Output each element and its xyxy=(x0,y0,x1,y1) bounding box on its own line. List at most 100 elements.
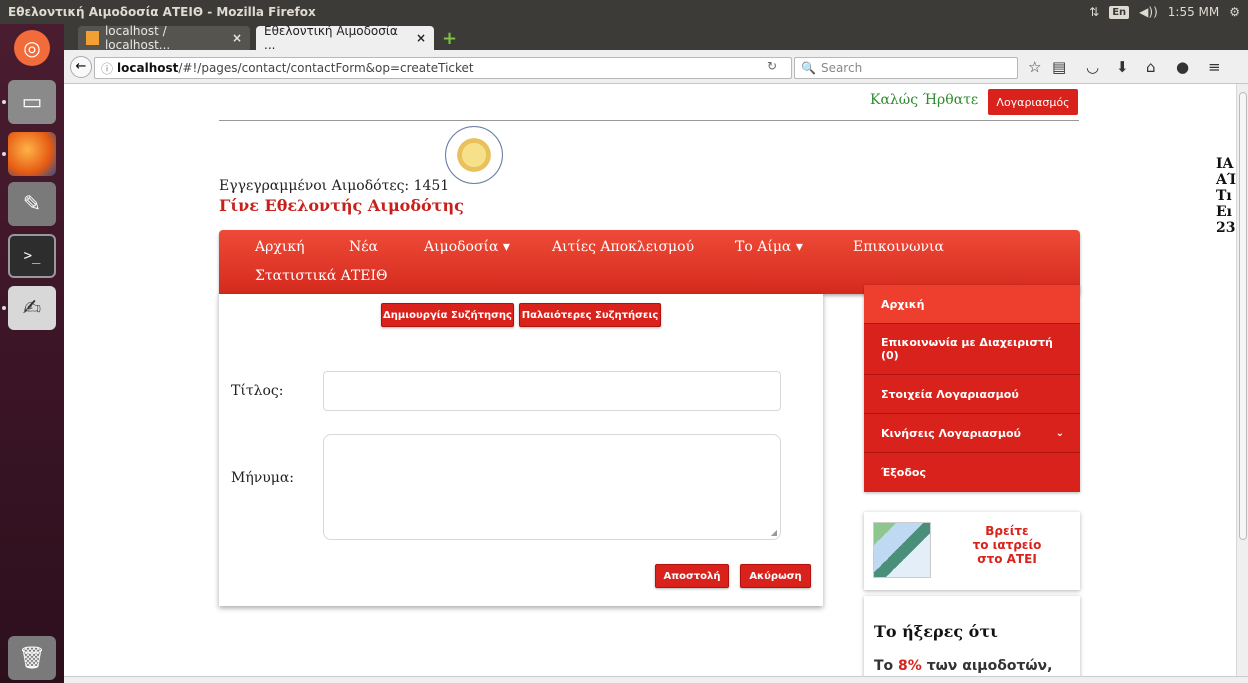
sidemenu-item-label: Στοιχεία Λογαριασμού xyxy=(881,387,1019,401)
page-content: Καλώς Ήρθατε Λογαριασμός Εγγεγραμμένοι Α… xyxy=(64,84,1236,676)
window-title: Εθελοντική Αιμοδοσία ΑΤΕΙΘ - Mozilla Fir… xyxy=(8,5,316,19)
welcome-text: Καλώς Ήρθατε xyxy=(870,92,979,108)
overflow-line: Τı xyxy=(1216,188,1232,204)
tab-blood-donation[interactable]: Εθελοντική Αιμοδοσία ... × xyxy=(256,24,434,52)
new-tab-icon[interactable]: + xyxy=(442,28,457,49)
nav-blood-donation[interactable]: Αιμοδοσία ▾ xyxy=(424,239,510,255)
sidemenu-item-logout[interactable]: Έξοδος xyxy=(864,453,1080,492)
header-divider xyxy=(219,120,1079,121)
search-icon: 🔍 xyxy=(801,61,816,75)
terminal-icon[interactable]: >_ xyxy=(8,234,56,278)
launcher: ◎ ▭ ✎ >_ ✍ 🗑 xyxy=(0,24,64,683)
system-tray: ⇅ En ◀)) 1:55 MM ⚙ xyxy=(1089,0,1240,24)
chat-icon[interactable]: ● xyxy=(1176,58,1189,76)
close-tab-icon[interactable]: × xyxy=(232,31,242,45)
bookmark-star-icon[interactable]: ☆ xyxy=(1028,58,1041,76)
sidemenu-item-account-details[interactable]: Στοιχεία Λογαριασμού xyxy=(864,375,1080,414)
find-clinic-line: Βρείτε xyxy=(985,524,1029,538)
tab-bar: localhost / localhost... × Εθελοντική Αι… xyxy=(64,24,1248,52)
settings-gear-icon[interactable]: ⚙ xyxy=(1229,5,1240,19)
find-clinic-banner[interactable]: Βρείτε το ιατρείο στο ΑΤΕΙ xyxy=(864,512,1080,590)
sidemenu-item-label: Κινήσεις Λογαριασμού xyxy=(881,426,1021,440)
running-indicator xyxy=(2,152,6,156)
find-clinic-line: στο ΑΤΕΙ xyxy=(977,552,1037,566)
system-settings-icon[interactable]: ✎ xyxy=(8,182,56,226)
url-path: /#!/pages/contact/contactForm&op=createT… xyxy=(178,61,474,75)
bookmarks-menu-icon[interactable]: ▤ xyxy=(1052,58,1066,76)
create-discussion-button[interactable]: Δημιουργία Συζήτησης xyxy=(381,303,514,327)
sidemenu-item-label: Έξοδος xyxy=(881,466,926,479)
title-label: Τίτλος: xyxy=(231,383,284,399)
search-placeholder: Search xyxy=(820,61,863,75)
message-label: Μήνυμα: xyxy=(231,470,295,486)
back-arrow-icon[interactable]: ← xyxy=(70,56,92,78)
sidemenu-item-home[interactable]: Αρχική xyxy=(864,285,1080,324)
tab-phpmyadmin[interactable]: localhost / localhost... × xyxy=(78,24,250,52)
percentage-value: 8% xyxy=(898,658,922,674)
resize-handle-icon[interactable]: ◢ xyxy=(771,528,777,537)
running-indicator xyxy=(2,306,6,310)
nav-statistics[interactable]: Στατιστικά ΑΤΕΙΘ xyxy=(255,268,387,284)
sidemenu-item-label: Επικοινωνία με Διαχειριστή (0) xyxy=(881,336,1053,362)
text-editor-icon[interactable]: ✍ xyxy=(8,286,56,330)
overflow-line: Eı xyxy=(1216,204,1232,220)
url-host: localhost xyxy=(117,61,179,75)
close-tab-icon[interactable]: × xyxy=(416,31,426,45)
ubuntu-dash-icon[interactable]: ◎ xyxy=(14,30,50,66)
tab-label: localhost / localhost... xyxy=(104,24,171,52)
volume-icon[interactable]: ◀)) xyxy=(1139,5,1158,19)
tab-label: Εθελοντική Αιμοδοσία ... xyxy=(264,24,398,52)
title-input[interactable] xyxy=(323,371,781,411)
did-you-know-box: Το ήξερες ότι Το 8% των αιμοδοτών, xyxy=(864,596,1080,676)
did-you-know-rest: των αιμοδοτών, xyxy=(926,658,1053,674)
nav-news[interactable]: Νέα xyxy=(349,239,378,255)
search-input[interactable]: 🔍 Search xyxy=(794,57,1018,79)
find-clinic-line: το ιατρείο xyxy=(972,538,1042,552)
registered-donors-count: Εγγεγραμμένοι Αιμοδότες: 1451 xyxy=(219,178,450,194)
nav-home[interactable]: Αρχική xyxy=(255,239,304,255)
home-icon[interactable]: ⌂ xyxy=(1146,58,1156,76)
nav-exclusion-reasons[interactable]: Αιτίες Αποκλεισμού xyxy=(552,239,694,255)
os-top-bar: Εθελοντική Αιμοδοσία ΑΤΕΙΘ - Mozilla Fir… xyxy=(0,0,1248,24)
vertical-scrollbar[interactable] xyxy=(1236,84,1248,676)
university-logo xyxy=(445,126,503,184)
find-clinic-text: Βρείτε το ιατρείο στο ΑΤΕΙ xyxy=(942,524,1072,566)
site-info-icon[interactable]: ⓘ xyxy=(101,60,113,77)
reload-icon[interactable]: ↻ xyxy=(767,59,777,73)
clock[interactable]: 1:55 MM xyxy=(1168,5,1219,19)
message-textarea[interactable]: ◢ xyxy=(323,434,781,540)
contact-form-panel: Δημιουργία Συζήτησης Παλαιότερες Συζητήσ… xyxy=(219,294,823,606)
sidemenu-item-label: Αρχική xyxy=(881,297,925,311)
campus-map-thumbnail xyxy=(873,522,931,578)
running-indicator xyxy=(2,100,6,104)
did-you-know-title: Το ήξερες ότι xyxy=(874,622,998,641)
sidemenu-item-contact-admin[interactable]: Επικοινωνία με Διαχειριστή (0) xyxy=(864,324,1080,375)
hamburger-menu-icon[interactable]: ≡ xyxy=(1208,58,1221,76)
trash-icon[interactable]: 🗑 xyxy=(8,636,56,680)
send-button[interactable]: Αποστολή xyxy=(655,564,729,588)
overflow-line: 23 xyxy=(1216,220,1236,236)
nav-contact[interactable]: Επικοινωνια xyxy=(853,239,944,255)
downloads-icon[interactable]: ⬇ xyxy=(1116,58,1129,76)
user-side-menu: Αρχική Επικοινωνία με Διαχειριστή (0) Στ… xyxy=(864,285,1080,492)
did-you-know-text: Το 8% των αιμοδοτών, xyxy=(874,658,1053,674)
files-icon[interactable]: ▭ xyxy=(8,80,56,124)
pocket-icon[interactable]: ◡ xyxy=(1086,58,1099,76)
nav-the-blood[interactable]: Το Αίμα ▾ xyxy=(735,239,803,255)
cancel-button[interactable]: Ακύρωση xyxy=(740,564,811,588)
url-bar[interactable]: ⓘ localhost /#!/pages/contact/contactFor… xyxy=(94,57,792,79)
firefox-icon[interactable] xyxy=(8,132,56,176)
chevron-down-icon: ⌄ xyxy=(1055,427,1064,439)
become-donor-link[interactable]: Γίνε Εθελοντής Αιμοδότης xyxy=(219,196,464,215)
overflow-line: ΑΊ xyxy=(1216,172,1236,188)
navigation-toolbar: ← ⓘ localhost /#!/pages/contact/contactF… xyxy=(64,50,1248,84)
keyboard-layout-indicator[interactable]: En xyxy=(1109,5,1130,19)
scrollbar-thumb[interactable] xyxy=(1239,92,1247,540)
right-overflow-text: ΙΑ ΑΊ Τı Eı 23 xyxy=(1216,156,1236,236)
network-icon[interactable]: ⇅ xyxy=(1089,5,1099,19)
older-discussions-button[interactable]: Παλαιότερες Συζητήσεις xyxy=(519,303,661,327)
horizontal-scrollbar[interactable] xyxy=(64,676,1248,683)
overflow-line: ΙΑ xyxy=(1216,156,1234,172)
sidemenu-item-account-activity[interactable]: Κινήσεις Λογαριασμού ⌄ xyxy=(864,414,1080,453)
account-button[interactable]: Λογαριασμός xyxy=(988,89,1078,115)
